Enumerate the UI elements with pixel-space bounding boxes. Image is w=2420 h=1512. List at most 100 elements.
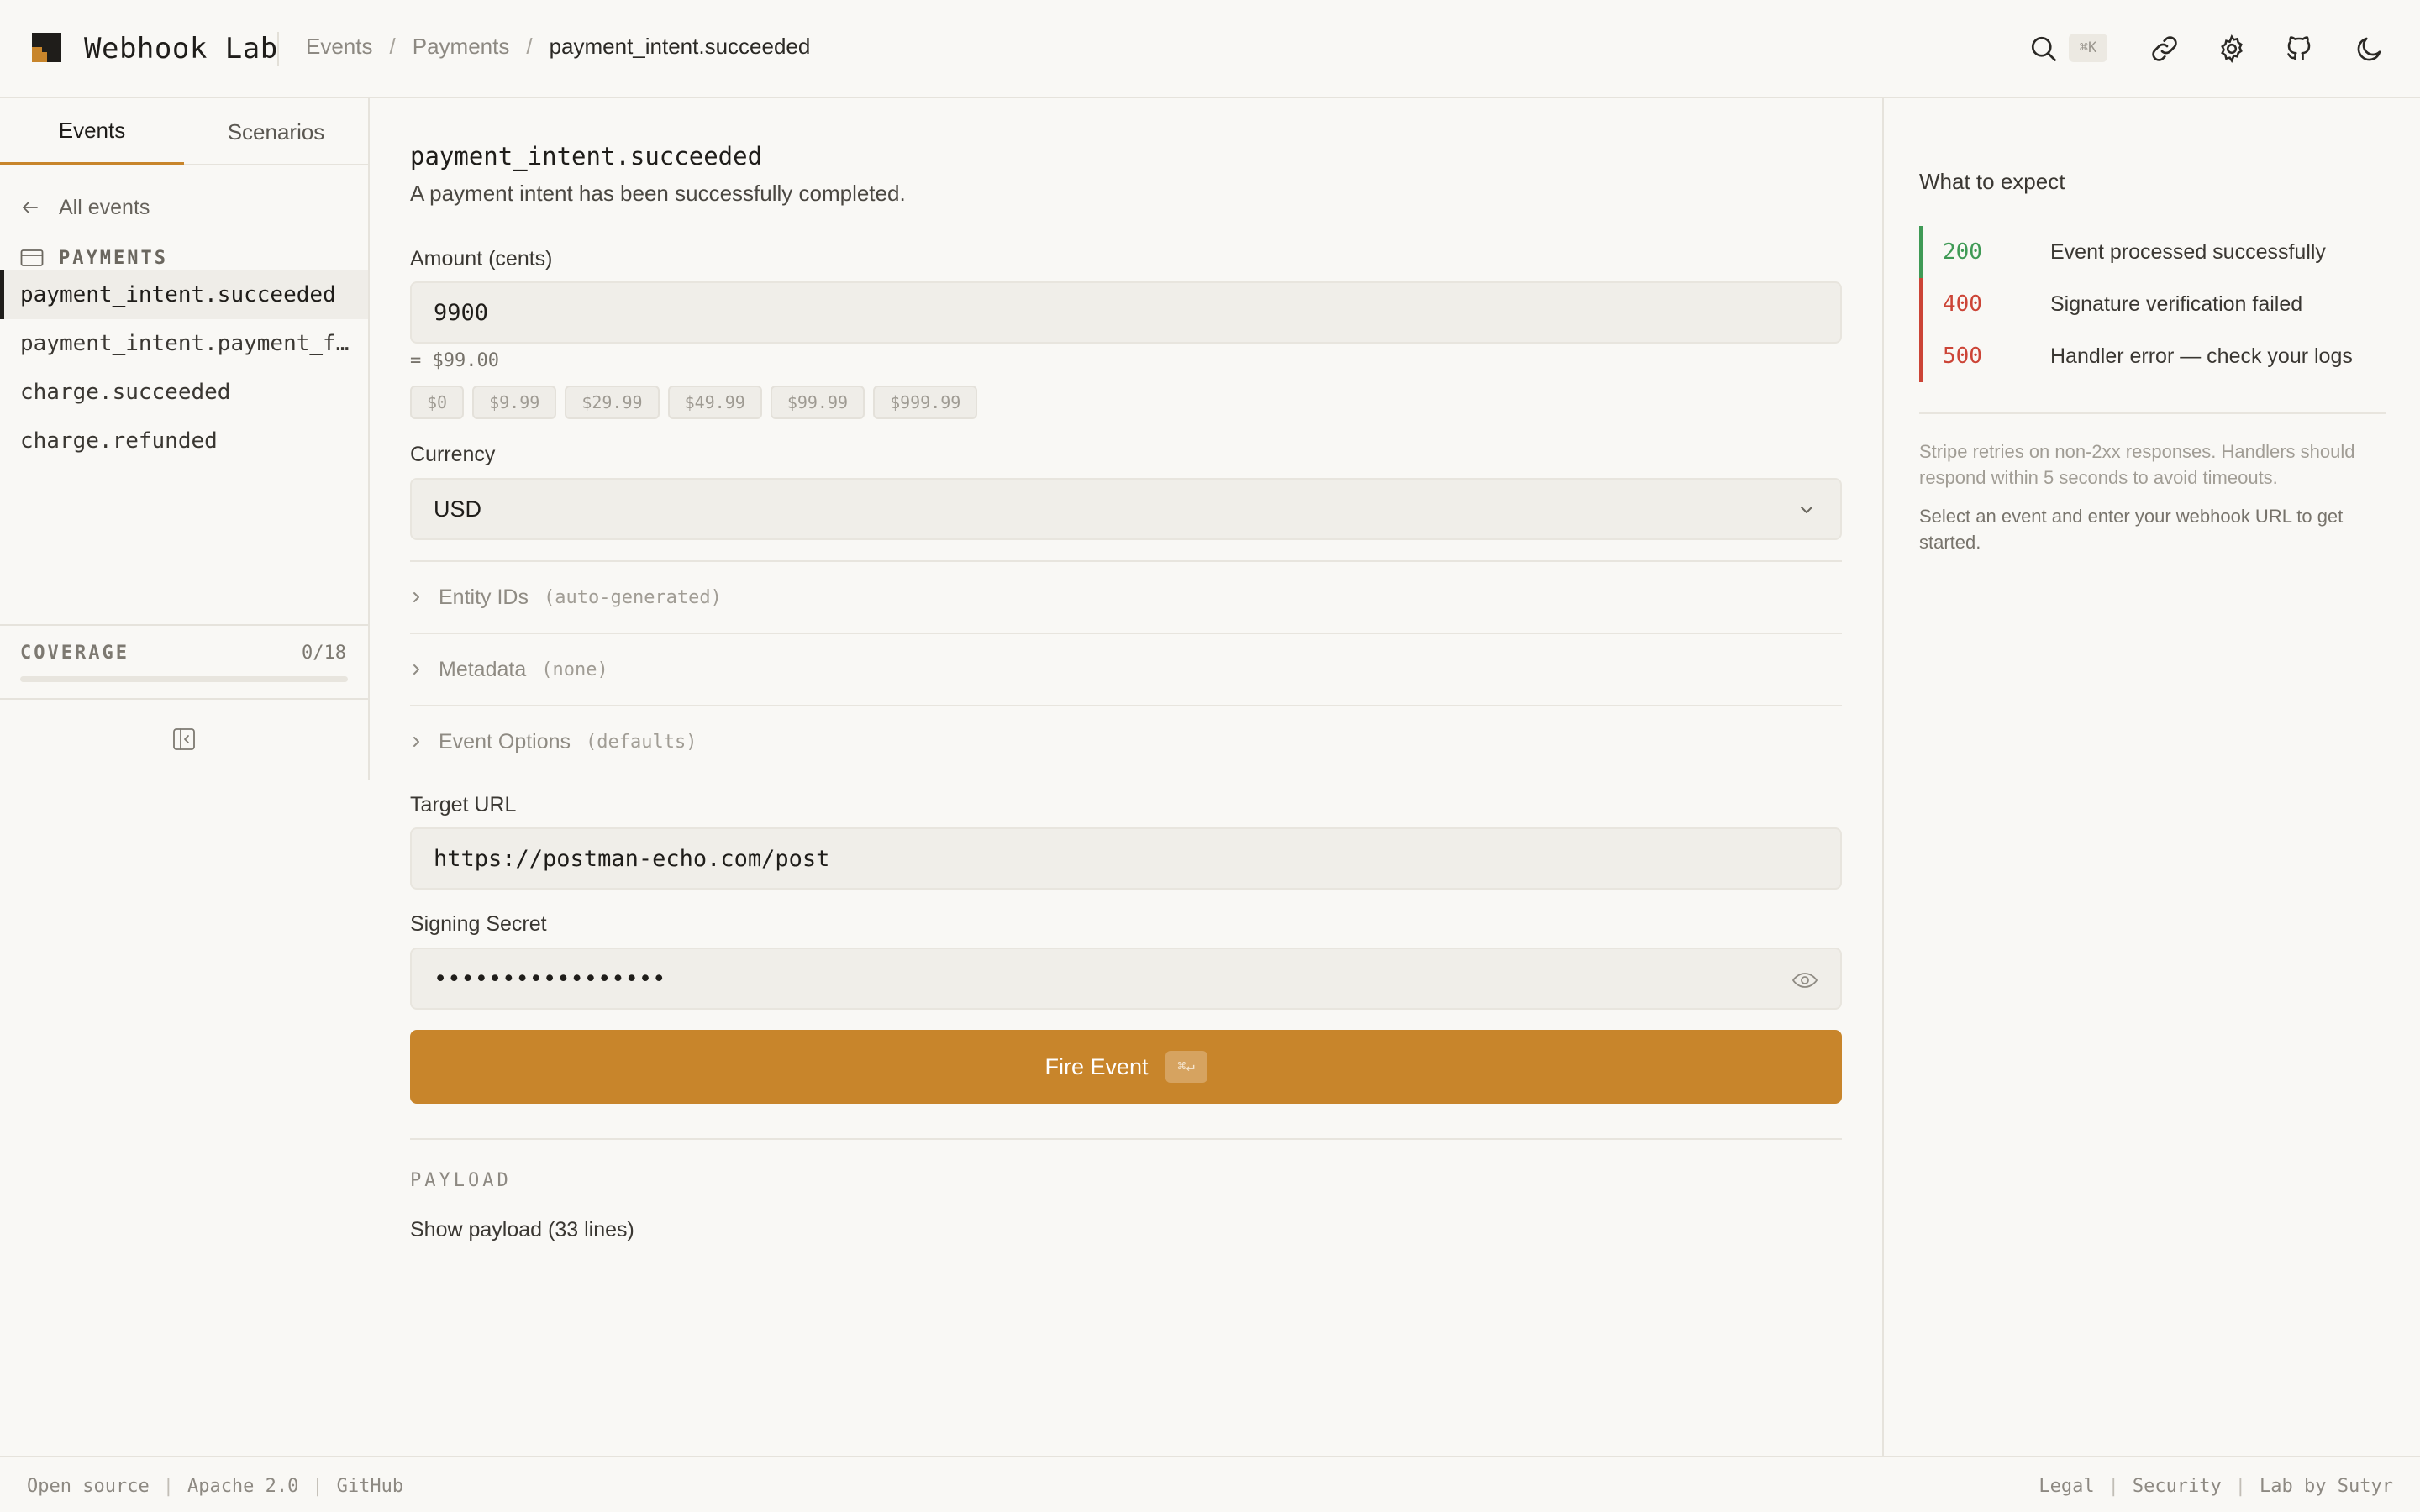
fire-event-label: Fire Event: [1044, 1053, 1149, 1079]
expectations-panel: What to expect 200 Event processed succe…: [1882, 98, 2420, 1456]
amount-formatted: = $99.00: [410, 350, 499, 371]
sidebar-event-payment-intent-succeeded[interactable]: payment_intent.succeeded: [0, 270, 368, 319]
sidebar-event-payment-intent-payment-failed[interactable]: payment_intent.payment_failed: [0, 319, 368, 368]
status-text: Signature verification failed: [2050, 291, 2303, 316]
status-indicator: [1919, 330, 1923, 382]
expect-title: What to expect: [1919, 169, 2065, 194]
eye-icon[interactable]: [1791, 970, 1818, 990]
footer-right: Legal | Security | Lab by Sutyr: [2039, 1476, 2393, 1497]
target-url-label: Target URL: [410, 793, 517, 816]
logo-icon: [32, 33, 61, 62]
all-events-link[interactable]: All events: [20, 182, 150, 233]
moon-icon[interactable]: [2354, 34, 2385, 64]
preset-button[interactable]: $9.99: [472, 386, 557, 419]
preset-button[interactable]: $29.99: [565, 386, 660, 419]
section-divider: [410, 1138, 1842, 1140]
status-indicator: [1919, 278, 1923, 330]
breadcrumb-current: payment_intent.succeeded: [549, 34, 811, 59]
payload-header: PAYLOAD: [410, 1170, 512, 1191]
amount-presets: $0 $9.99 $29.99 $49.99 $99.99 $999.99: [410, 386, 978, 419]
status-row-400: 400 Signature verification failed: [1919, 278, 2390, 330]
status-row-200: 200 Event processed successfully: [1919, 226, 2390, 278]
signing-secret-input[interactable]: •••••••••••••••••: [410, 948, 1842, 1010]
fire-event-button[interactable]: Fire Event ⌘↵: [410, 1030, 1842, 1104]
signing-secret-value: •••••••••••••••••: [434, 965, 666, 992]
status-text: Handler error — check your logs: [2050, 344, 2353, 368]
sidebar-event-label: charge.refunded: [20, 428, 218, 454]
currency-select[interactable]: USD: [410, 478, 1842, 540]
currency-label: Currency: [410, 443, 496, 466]
fire-shortcut-badge: ⌘↵: [1165, 1051, 1207, 1083]
collapse-sidebar-icon[interactable]: [171, 727, 197, 752]
breadcrumb-separator: /: [526, 34, 533, 59]
metadata-label: Metadata: [439, 657, 527, 681]
sidebar: Events Scenarios All events PAYMENTS pay…: [0, 98, 370, 780]
sidebar-event-label: payment_intent.succeeded: [20, 282, 336, 307]
sidebar-event-label: payment_intent.payment_failed: [20, 331, 350, 356]
arrow-left-icon: [23, 202, 38, 213]
search-icon[interactable]: [2028, 34, 2059, 64]
status-text: Event processed successfully: [2050, 239, 2326, 264]
tab-scenarios[interactable]: Scenarios: [184, 98, 368, 165]
amount-input[interactable]: 9900: [410, 281, 1842, 344]
tab-events[interactable]: Events: [0, 98, 184, 165]
footer-left: Open source | Apache 2.0 | GitHub: [27, 1476, 403, 1497]
chevron-right-icon: [413, 592, 419, 602]
chevron-right-icon: [413, 737, 419, 747]
app-footer: Open source | Apache 2.0 | GitHub Legal …: [0, 1456, 2420, 1512]
github-icon[interactable]: [2284, 34, 2314, 64]
footer-separator: |: [162, 1476, 174, 1497]
coverage-progress-bar: [20, 676, 348, 682]
link-icon[interactable]: [2149, 34, 2180, 64]
event-title: payment_intent.succeeded: [410, 142, 763, 171]
show-payload-toggle[interactable]: Show payload (33 lines): [410, 1218, 634, 1242]
entity-ids-label: Entity IDs: [439, 585, 529, 609]
footer-security-link[interactable]: Security: [2133, 1476, 2222, 1497]
status-code: 400: [1943, 291, 1982, 317]
footer-separator: |: [312, 1476, 324, 1497]
target-url-input[interactable]: https://postman-echo.com/post: [410, 827, 1842, 890]
breadcrumb-separator: /: [389, 34, 396, 59]
preset-button[interactable]: $49.99: [667, 386, 762, 419]
gear-icon[interactable]: [2217, 34, 2247, 64]
sidebar-tabs: Events Scenarios: [0, 98, 368, 165]
header-divider: [277, 32, 279, 66]
footer-credit-link[interactable]: Lab by Sutyr: [2260, 1476, 2393, 1497]
chevron-right-icon: [413, 664, 419, 675]
preset-button[interactable]: $999.99: [873, 386, 978, 419]
entity-ids-hint: (auto-generated): [543, 586, 722, 608]
coverage-count: 0/18: [302, 643, 346, 664]
sidebar-event-charge-succeeded[interactable]: charge.succeeded: [0, 368, 368, 417]
event-options-toggle[interactable]: Event Options (defaults): [410, 706, 697, 777]
preset-button[interactable]: $99.99: [770, 386, 865, 419]
entity-ids-toggle[interactable]: Entity IDs (auto-generated): [410, 562, 722, 633]
app-header: Webhook Lab Events / Payments / payment_…: [0, 0, 2420, 98]
status-code: 500: [1943, 344, 1982, 369]
metadata-toggle[interactable]: Metadata (none): [410, 634, 608, 705]
event-options-label: Event Options: [439, 729, 571, 753]
footer-legal-link[interactable]: Legal: [2039, 1476, 2094, 1497]
group-label: PAYMENTS: [59, 247, 168, 269]
amount-value: 9900: [434, 299, 489, 326]
app-title: Webhook Lab: [84, 32, 278, 66]
all-events-label: All events: [59, 195, 150, 219]
sidebar-footer-divider: [0, 698, 368, 700]
getting-started-note: Select an event and enter your webhook U…: [1919, 506, 2344, 553]
event-options-hint: (defaults): [586, 731, 697, 753]
amount-label: Amount (cents): [410, 247, 553, 270]
footer-github-link[interactable]: GitHub: [337, 1476, 403, 1497]
section-divider: [410, 633, 1842, 634]
target-url-value: https://postman-echo.com/post: [434, 845, 830, 872]
footer-license-link[interactable]: Apache 2.0: [187, 1476, 298, 1497]
signing-secret-label: Signing Secret: [410, 912, 547, 936]
breadcrumb-events[interactable]: Events: [306, 34, 373, 60]
panel-divider: [1919, 412, 2386, 414]
coverage-label: COVERAGE: [20, 643, 129, 664]
metadata-hint: (none): [541, 659, 608, 680]
preset-button[interactable]: $0: [410, 386, 465, 419]
breadcrumb-payments[interactable]: Payments: [413, 34, 510, 60]
footer-open-source: Open source: [27, 1476, 150, 1497]
sidebar-event-label: charge.succeeded: [20, 380, 231, 405]
sidebar-event-charge-refunded[interactable]: charge.refunded: [0, 417, 368, 465]
retry-note: Stripe retries on non-2xx responses. Han…: [1919, 441, 2355, 488]
